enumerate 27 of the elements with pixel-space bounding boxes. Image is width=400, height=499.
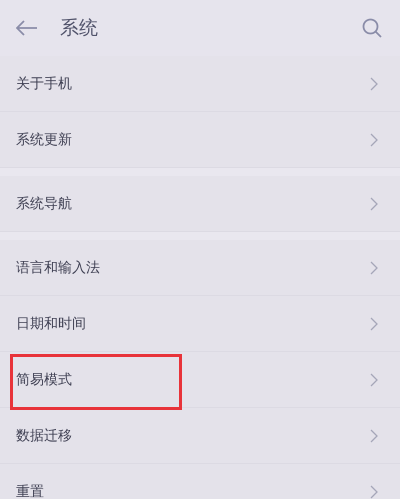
item-label: 系统导航 <box>16 194 72 212</box>
chevron-icon <box>370 428 378 442</box>
search-icon[interactable] <box>362 18 382 38</box>
item-label: 数据迁移 <box>16 426 72 444</box>
settings-item[interactable]: 日期和时间 <box>0 296 400 352</box>
chevron-icon <box>370 76 378 90</box>
settings-item[interactable]: 关于手机 <box>0 56 400 112</box>
chevron-icon <box>370 484 378 498</box>
chevron-icon <box>370 196 378 210</box>
item-label: 日期和时间 <box>16 314 86 332</box>
settings-item[interactable]: 系统更新 <box>0 112 400 168</box>
settings-item[interactable]: 简易模式 <box>0 352 400 408</box>
chevron-icon <box>370 132 378 146</box>
item-label: 语言和输入法 <box>16 258 100 276</box>
page-title: 系统 <box>60 16 99 41</box>
chevron-icon <box>370 316 378 330</box>
item-label: 关于手机 <box>16 74 72 92</box>
settings-item[interactable]: 重置 <box>0 464 400 499</box>
chevron-icon <box>370 372 378 386</box>
settings-item[interactable]: 数据迁移 <box>0 408 400 464</box>
chevron-icon <box>370 260 378 274</box>
item-label: 系统更新 <box>16 130 72 148</box>
settings-item[interactable]: 系统导航 <box>0 176 400 232</box>
back-icon[interactable] <box>16 20 38 36</box>
item-label: 重置 <box>16 482 44 499</box>
settings-item[interactable]: 语言和输入法 <box>0 240 400 296</box>
item-label: 简易模式 <box>16 370 72 388</box>
